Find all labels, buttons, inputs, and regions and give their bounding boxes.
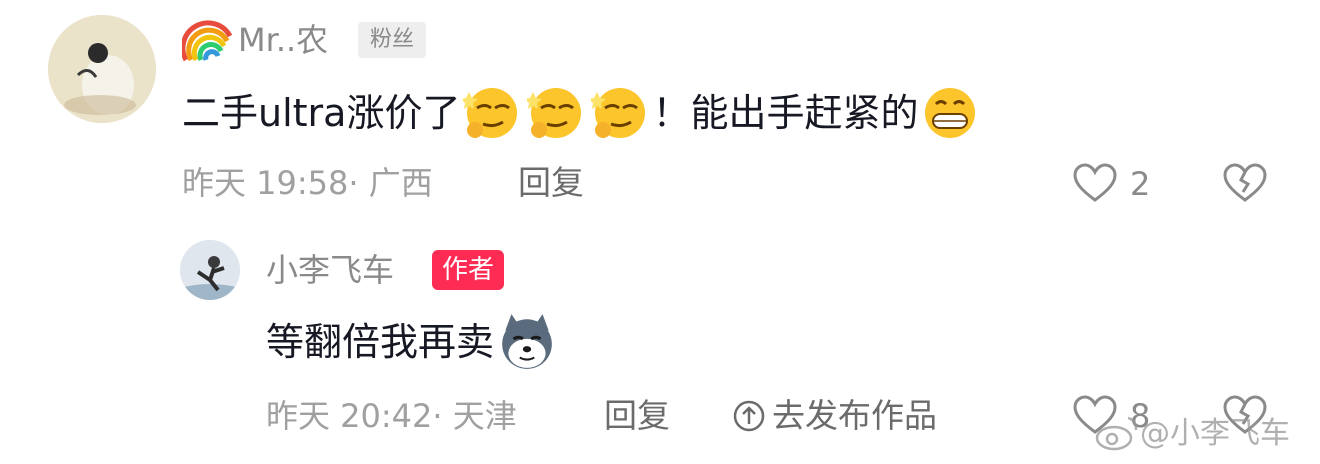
comment-text: 二手ultra涨价了 ！能出手赶紧的 <box>182 84 982 142</box>
fan-badge: 粉丝 <box>358 22 427 58</box>
rainbow-icon <box>180 16 234 62</box>
comment-time-location: 昨天 19:58· 广西 <box>182 164 433 202</box>
commenter-avatar[interactable] <box>48 15 156 123</box>
comment-like-count: 2 <box>1130 165 1151 203</box>
reply-text-content: 等翻倍我再卖 <box>266 320 495 364</box>
heart-icon <box>1073 163 1117 202</box>
broken-heart-icon <box>1223 163 1267 202</box>
husky-emoji-icon <box>502 314 552 369</box>
author-badge: 作者 <box>432 250 505 290</box>
commenter-username[interactable]: Mr..农 <box>238 20 328 60</box>
arrow-up-circle-icon <box>733 400 765 432</box>
smirk-emoji-icon <box>591 88 646 138</box>
author-avatar[interactable] <box>180 240 240 300</box>
watermark-text: @小李飞车 <box>1140 416 1290 451</box>
reply-time-location: 昨天 20:42· 天津 <box>266 397 517 435</box>
comment-reply-button[interactable]: 回复 <box>518 163 584 203</box>
reply-reply-button[interactable]: 回复 <box>604 396 670 436</box>
weibo-logo-icon <box>1094 412 1140 452</box>
smirk-emoji-icon <box>463 88 518 138</box>
comment-text-part-2: ！能出手赶紧的 <box>652 91 919 135</box>
comment-dislike-button[interactable] <box>1222 162 1270 208</box>
grin-emoji-icon <box>925 88 976 138</box>
publish-work-button[interactable]: 去发布作品 <box>732 394 937 438</box>
smirk-emoji-icon <box>527 88 582 138</box>
comment-like-button[interactable]: 2 <box>1072 160 1152 208</box>
comment-text-part-1: 二手ultra涨价了 <box>182 91 461 135</box>
publish-work-label: 去发布作品 <box>772 396 937 435</box>
reply-text: 等翻倍我再卖 <box>266 312 560 372</box>
author-username[interactable]: 小李飞车 <box>266 250 394 290</box>
